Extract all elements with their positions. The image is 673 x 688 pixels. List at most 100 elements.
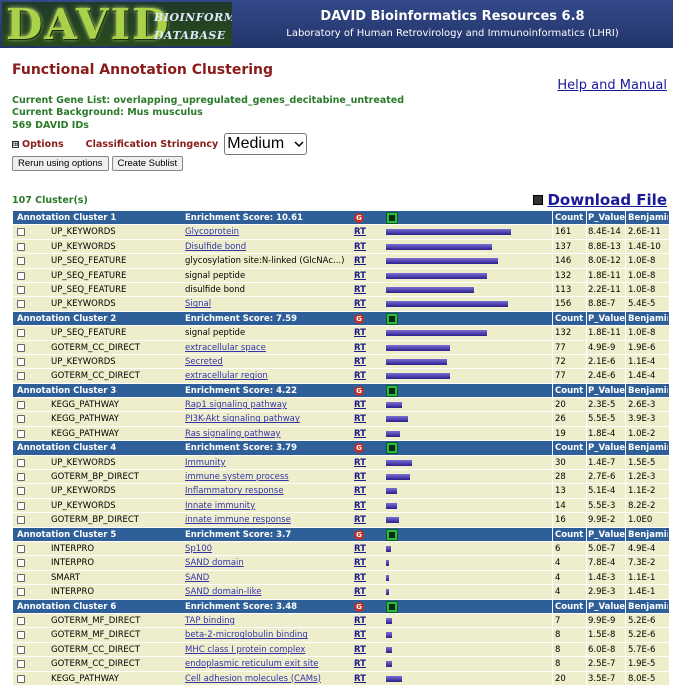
go-graph-icon[interactable]: G — [354, 601, 364, 612]
term[interactable]: immune system process — [185, 470, 350, 484]
rt-link[interactable]: RT — [354, 515, 366, 525]
create-sublist-button[interactable]: Create Sublist — [111, 156, 184, 171]
rt-link[interactable]: RT — [354, 630, 366, 640]
plus-box-icon[interactable]: ⊞ — [12, 140, 19, 148]
rt-link[interactable]: RT — [354, 242, 366, 252]
row-checkbox[interactable] — [17, 257, 25, 266]
term[interactable]: Ras signaling pathway — [185, 427, 350, 441]
term[interactable]: TAP binding — [185, 614, 350, 628]
row-checkbox[interactable] — [17, 401, 25, 410]
rt-link[interactable]: RT — [354, 674, 366, 684]
row-checkbox[interactable] — [17, 631, 25, 640]
rt-link[interactable]: RT — [354, 472, 366, 482]
row-checkbox[interactable] — [17, 329, 25, 338]
gene-tree-icon[interactable] — [386, 312, 398, 325]
gene-tree-icon[interactable] — [386, 442, 398, 455]
term-text[interactable]: extracellular region — [185, 371, 268, 381]
term-text[interactable]: SAND domain-like — [185, 587, 261, 597]
term[interactable]: innate immune response — [185, 513, 350, 527]
go-graph-icon[interactable]: G — [354, 529, 364, 540]
row-checkbox[interactable] — [17, 501, 25, 510]
term[interactable]: Disulfide bond — [185, 240, 350, 254]
row-checkbox[interactable] — [17, 242, 25, 251]
rt-link[interactable]: RT — [354, 429, 366, 439]
row-checkbox[interactable] — [17, 473, 25, 482]
term-text[interactable]: Inflammatory response — [185, 486, 284, 496]
row-checkbox[interactable] — [17, 645, 25, 654]
term[interactable]: Sp100 — [185, 542, 350, 556]
row-checkbox[interactable] — [17, 228, 25, 237]
row-checkbox[interactable] — [17, 487, 25, 496]
row-checkbox[interactable] — [17, 516, 25, 525]
term[interactable]: extracellular region — [185, 369, 350, 383]
floppy-disk-icon[interactable] — [533, 195, 544, 205]
term-text[interactable]: Signal — [185, 299, 211, 309]
term[interactable]: Cell adhesion molecules (CAMs) — [185, 672, 350, 686]
term[interactable]: MHC class I protein complex — [185, 643, 350, 657]
term-text[interactable]: Disulfide bond — [185, 242, 246, 252]
row-checkbox[interactable] — [17, 674, 25, 683]
gene-tree-icon[interactable] — [386, 600, 398, 613]
rerun-button[interactable]: Rerun using options — [12, 156, 109, 171]
rt-link[interactable]: RT — [354, 256, 366, 266]
term-text[interactable]: Glycoprotein — [185, 227, 239, 237]
rt-link[interactable]: RT — [354, 227, 366, 237]
term-text[interactable]: endoplasmic reticulum exit site — [185, 659, 319, 669]
rt-link[interactable]: RT — [354, 414, 366, 424]
rt-link[interactable]: RT — [354, 271, 366, 281]
go-graph-icon[interactable]: G — [354, 385, 364, 396]
term-text[interactable]: MHC class I protein complex — [185, 645, 305, 655]
term-text[interactable]: SAND domain — [185, 558, 244, 568]
download-file-link[interactable]: Download File — [547, 191, 667, 209]
term[interactable]: PI3K-Akt signaling pathway — [185, 412, 350, 426]
term[interactable]: extracellular space — [185, 341, 350, 355]
term[interactable]: Rap1 signaling pathway — [185, 398, 350, 412]
row-checkbox[interactable] — [17, 559, 25, 568]
rt-link[interactable]: RT — [354, 299, 366, 309]
go-graph-icon[interactable]: G — [354, 443, 364, 454]
term[interactable]: Inflammatory response — [185, 484, 350, 498]
rt-link[interactable]: RT — [354, 371, 366, 381]
term[interactable]: Secreted — [185, 355, 350, 369]
rt-link[interactable]: RT — [354, 328, 366, 338]
rt-link[interactable]: RT — [354, 458, 366, 468]
row-checkbox[interactable] — [17, 300, 25, 309]
go-graph-icon[interactable]: G — [354, 313, 364, 324]
term-text[interactable]: TAP binding — [185, 616, 235, 626]
rt-link[interactable]: RT — [354, 573, 366, 583]
stringency-select[interactable]: Medium — [224, 133, 308, 155]
download-file[interactable]: Download File — [533, 191, 667, 209]
term-text[interactable]: SAND — [185, 573, 209, 583]
rt-link[interactable]: RT — [354, 400, 366, 410]
term-text[interactable]: Secreted — [185, 357, 223, 367]
term-text[interactable]: extracellular space — [185, 343, 266, 353]
term-text[interactable]: Ras signaling pathway — [185, 429, 281, 439]
rt-link[interactable]: RT — [354, 659, 366, 669]
rt-link[interactable]: RT — [354, 486, 366, 496]
term[interactable]: SAND domain — [185, 556, 350, 570]
row-checkbox[interactable] — [17, 415, 25, 424]
term-text[interactable]: Innate immunity — [185, 501, 255, 511]
rt-link[interactable]: RT — [354, 544, 366, 554]
term-text[interactable]: Rap1 signaling pathway — [185, 400, 287, 410]
row-checkbox[interactable] — [17, 660, 25, 669]
gene-tree-icon[interactable] — [386, 212, 398, 224]
row-checkbox[interactable] — [17, 429, 25, 438]
row-checkbox[interactable] — [17, 285, 25, 294]
row-checkbox[interactable] — [17, 343, 25, 352]
rt-link[interactable]: RT — [354, 501, 366, 511]
term[interactable]: endoplasmic reticulum exit site — [185, 657, 350, 671]
row-checkbox[interactable] — [17, 544, 25, 553]
term-text[interactable]: Sp100 — [185, 544, 212, 554]
row-checkbox[interactable] — [17, 372, 25, 381]
term[interactable]: Innate immunity — [185, 499, 350, 513]
term-text[interactable]: PI3K-Akt signaling pathway — [185, 414, 300, 424]
gene-tree-icon[interactable] — [386, 528, 398, 541]
term-text[interactable]: beta-2-microglobulin binding — [185, 630, 308, 640]
term[interactable]: Immunity — [185, 456, 350, 470]
rt-link[interactable]: RT — [354, 587, 366, 597]
term-text[interactable]: immune system process — [185, 472, 289, 482]
term-text[interactable]: Cell adhesion molecules (CAMs) — [185, 674, 321, 684]
row-checkbox[interactable] — [17, 458, 25, 467]
term[interactable]: Glycoprotein — [185, 225, 350, 239]
